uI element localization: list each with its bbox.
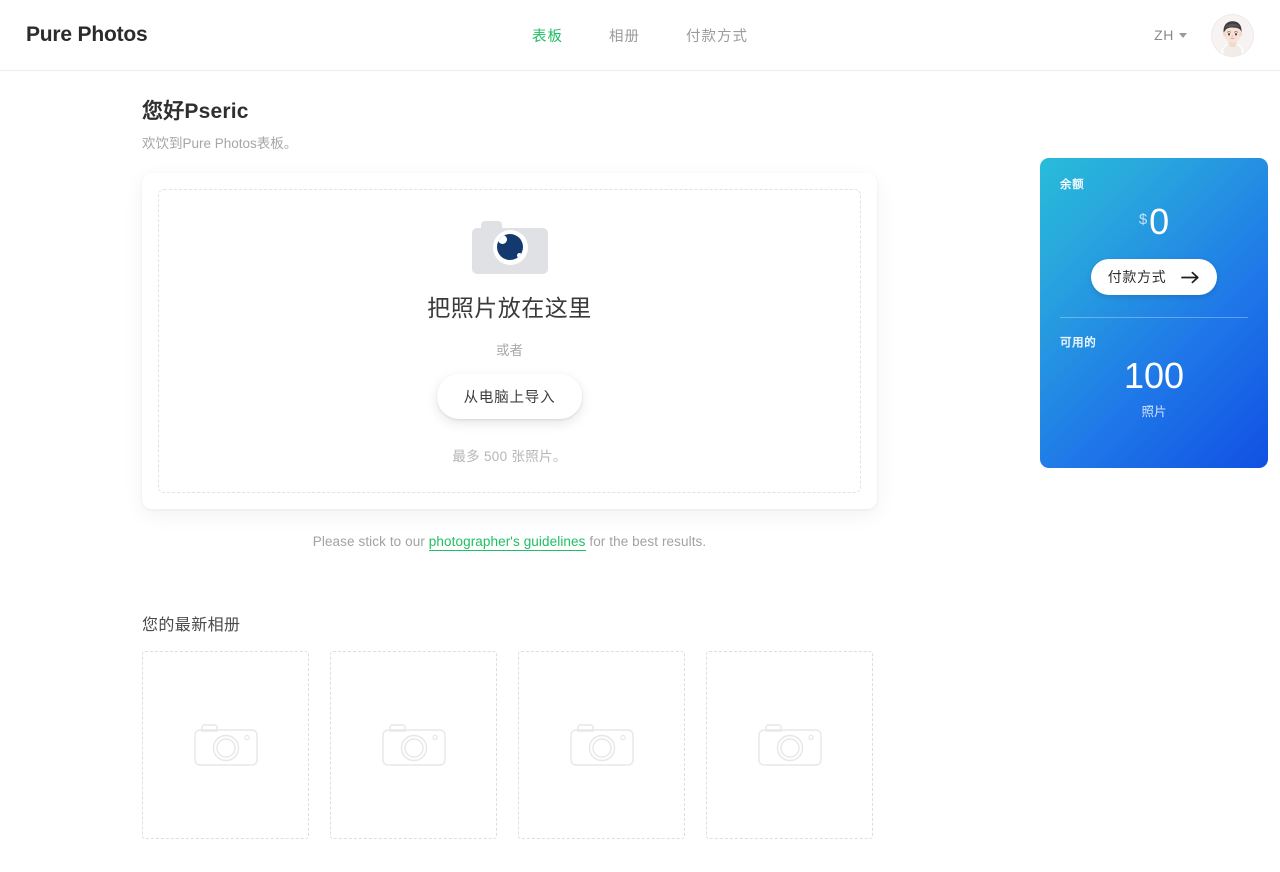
guidelines-prefix: Please stick to our [312, 534, 429, 549]
arrow-right-icon [1181, 271, 1199, 283]
chevron-down-icon [1179, 32, 1187, 38]
upload-card: 把照片放在这里 或者 从电脑上导入 最多 500 张照片。 [142, 173, 877, 509]
camera-outline-icon [381, 724, 446, 766]
camera-outline-icon [193, 724, 258, 766]
dropzone[interactable]: 把照片放在这里 或者 从电脑上导入 最多 500 张照片。 [158, 189, 861, 493]
card-divider [1060, 317, 1248, 318]
dropzone-or-label: 或者 [496, 342, 523, 358]
photographers-guidelines-link[interactable]: photographer's guidelines [428, 534, 586, 551]
page-subtitle: 欢饮到Pure Photos表板。 [142, 136, 298, 151]
guidelines-suffix: for the best results. [585, 534, 707, 549]
available-value: 100 [1123, 355, 1185, 396]
album-placeholder[interactable] [518, 651, 685, 839]
nav-item-dashboard[interactable]: 表板 [532, 25, 563, 46]
album-placeholder[interactable] [330, 651, 497, 839]
balance-amount: $ 0 [1060, 204, 1248, 240]
albums-section-title: 您的最新相册 [142, 617, 241, 634]
currency-symbol: $ [1138, 211, 1148, 228]
main-navigation: 表板 相册 付款方式 [0, 25, 1280, 46]
balance-label: 余额 [1060, 179, 1085, 191]
main-column: 您好Pseric 欢饮到Pure Photos表板。 把照片放在这里 或者 从电… [142, 95, 877, 839]
payment-method-button[interactable]: 付款方式 [1091, 259, 1217, 295]
balance-value: 0 [1149, 201, 1170, 242]
dropzone-title: 把照片放在这里 [427, 294, 592, 321]
camera-outline-icon [569, 724, 634, 766]
nav-item-albums[interactable]: 相册 [609, 25, 640, 46]
avatar[interactable] [1211, 13, 1254, 57]
avatar-illustration [1211, 13, 1254, 57]
camera-lens-highlight-large [498, 234, 507, 244]
language-switcher[interactable]: ZH [1154, 27, 1187, 43]
balance-card: 余额 $ 0 付款方式 可用的 100 照片 [1040, 158, 1268, 468]
albums-grid [142, 651, 877, 839]
camera-lens-highlight-small [516, 253, 522, 258]
import-from-computer-button[interactable]: 从电脑上导入 [436, 373, 583, 419]
album-placeholder[interactable] [706, 651, 873, 839]
brand-logo[interactable]: Pure Photos [26, 23, 148, 47]
guidelines-note: Please stick to our photographer's guide… [142, 534, 877, 551]
language-label: ZH [1154, 27, 1174, 43]
nav-item-payment[interactable]: 付款方式 [686, 25, 748, 46]
camera-icon [471, 218, 548, 274]
payment-method-label: 付款方式 [1107, 269, 1167, 285]
dropzone-limit-hint: 最多 500 张照片。 [452, 448, 567, 464]
page-title: 您好Pseric [142, 100, 249, 123]
top-header: Pure Photos 表板 相册 付款方式 ZH [0, 0, 1280, 71]
camera-lens [497, 234, 523, 260]
available-unit: 照片 [1141, 405, 1167, 419]
camera-outline-icon [757, 724, 822, 766]
available-label: 可用的 [1060, 337, 1097, 349]
header-right-group: ZH [1154, 13, 1254, 57]
album-placeholder[interactable] [142, 651, 309, 839]
